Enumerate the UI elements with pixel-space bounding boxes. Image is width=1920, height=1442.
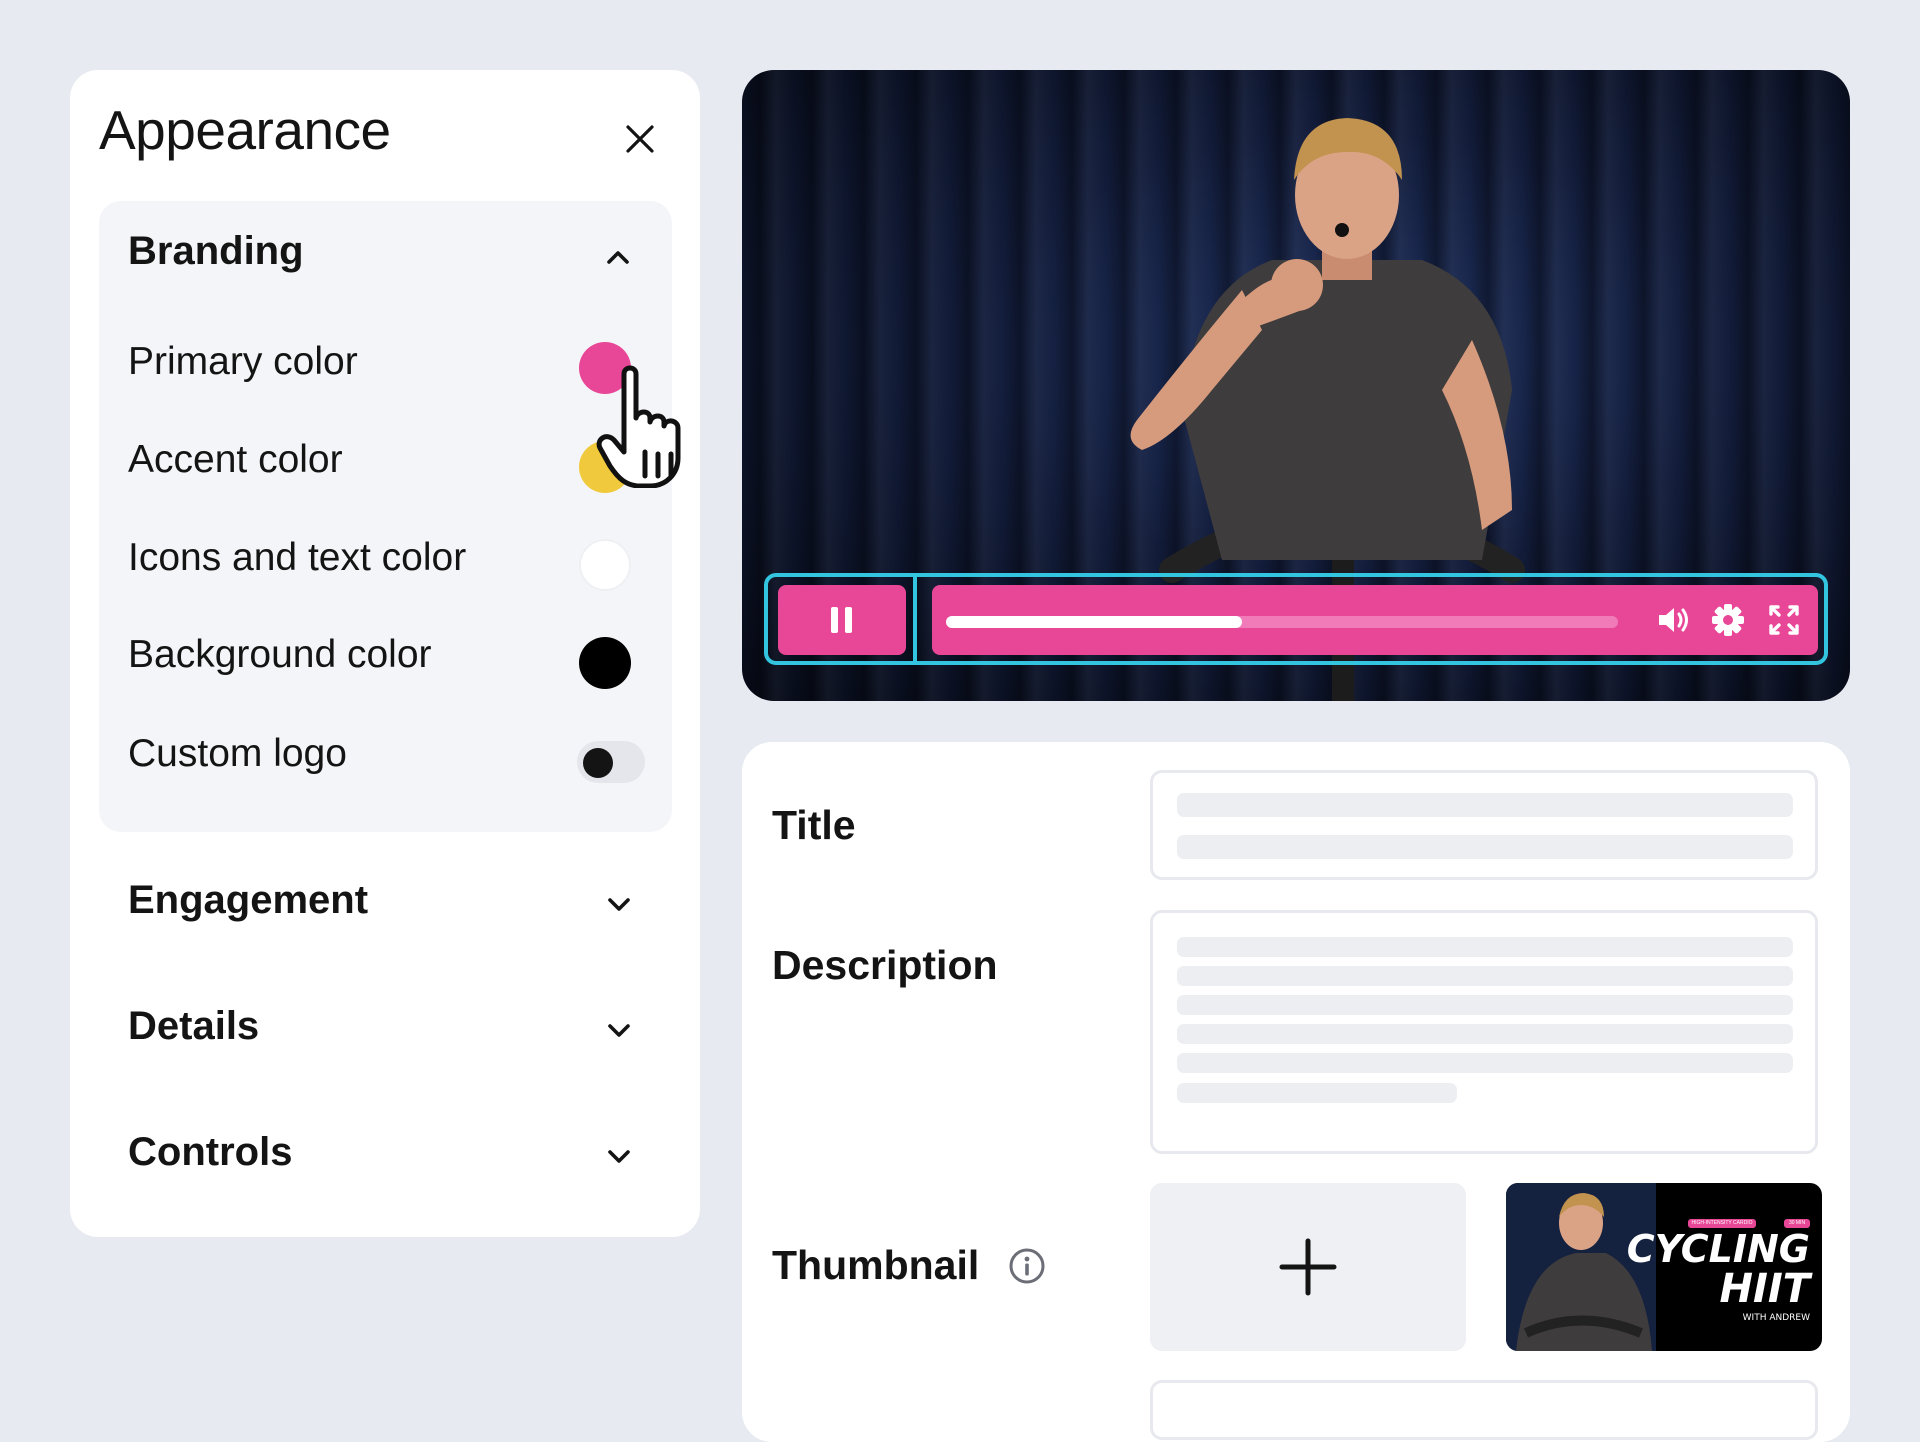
- icons-text-color-label: Icons and text color: [128, 536, 467, 579]
- video-details-form: Title Description Thumbnail HIGH-INTENSI…: [742, 742, 1850, 1442]
- placeholder-line: [1177, 995, 1793, 1015]
- upload-thumbnail-button[interactable]: [1150, 1183, 1466, 1351]
- accent-color-label: Accent color: [128, 438, 343, 481]
- progress-bar[interactable]: [946, 616, 1618, 628]
- description-label: Description: [772, 942, 998, 988]
- thumbnail-title-line2: HIIT: [1719, 1266, 1810, 1312]
- chevron-up-icon[interactable]: [602, 241, 634, 273]
- plus-icon: [1279, 1238, 1337, 1296]
- appearance-panel: Appearance Branding Primary color Accent…: [70, 70, 700, 1237]
- thumbnail-label: Thumbnail: [772, 1242, 980, 1288]
- chevron-down-icon[interactable]: [603, 1140, 635, 1172]
- chevron-down-icon[interactable]: [603, 888, 635, 920]
- placeholder-line: [1177, 835, 1793, 859]
- custom-logo-label: Custom logo: [128, 732, 347, 775]
- progress-fill: [946, 616, 1242, 628]
- next-field-input[interactable]: [1150, 1380, 1818, 1440]
- placeholder-line: [1177, 937, 1793, 957]
- section-header-controls[interactable]: Controls: [128, 1130, 292, 1175]
- title-input[interactable]: [1150, 770, 1818, 880]
- icons-text-color-swatch[interactable]: [579, 539, 631, 591]
- placeholder-line: [1177, 1083, 1457, 1103]
- toggle-knob: [583, 748, 613, 778]
- fullscreen-icon[interactable]: [1764, 600, 1804, 640]
- hand-pointer-cursor-icon: [596, 365, 681, 488]
- section-header-branding[interactable]: Branding: [128, 229, 304, 274]
- placeholder-line: [1177, 793, 1793, 817]
- section-header-engagement[interactable]: Engagement: [128, 878, 368, 923]
- info-icon[interactable]: [1008, 1247, 1046, 1285]
- section-header-details[interactable]: Details: [128, 1004, 259, 1049]
- chevron-down-icon[interactable]: [603, 1014, 635, 1046]
- primary-color-label: Primary color: [128, 340, 358, 383]
- custom-logo-toggle[interactable]: [577, 741, 645, 783]
- thumbnail-preview[interactable]: HIGH-INTENSITY CARDIO 30 MIN CYCLING HII…: [1506, 1183, 1822, 1351]
- volume-icon[interactable]: [1653, 600, 1693, 640]
- thumbnail-subtitle: WITH ANDREW: [1742, 1313, 1810, 1323]
- background-color-label: Background color: [128, 633, 432, 676]
- pause-button[interactable]: [778, 585, 906, 655]
- video-player[interactable]: [742, 70, 1850, 701]
- panel-title: Appearance: [99, 99, 391, 161]
- description-input[interactable]: [1150, 910, 1818, 1154]
- placeholder-line: [1177, 1024, 1793, 1044]
- close-button[interactable]: [619, 118, 661, 160]
- controls-divider: [913, 575, 917, 663]
- settings-gear-icon[interactable]: [1708, 600, 1748, 640]
- background-color-swatch[interactable]: [579, 637, 631, 689]
- title-label: Title: [772, 802, 856, 848]
- pause-icon: [831, 607, 852, 633]
- placeholder-line: [1177, 1053, 1793, 1073]
- thumbnail-title-line1: CYCLING: [1626, 1227, 1810, 1271]
- close-icon: [626, 125, 654, 153]
- branding-section: Branding Primary color Accent color Icon…: [99, 201, 672, 832]
- placeholder-line: [1177, 966, 1793, 986]
